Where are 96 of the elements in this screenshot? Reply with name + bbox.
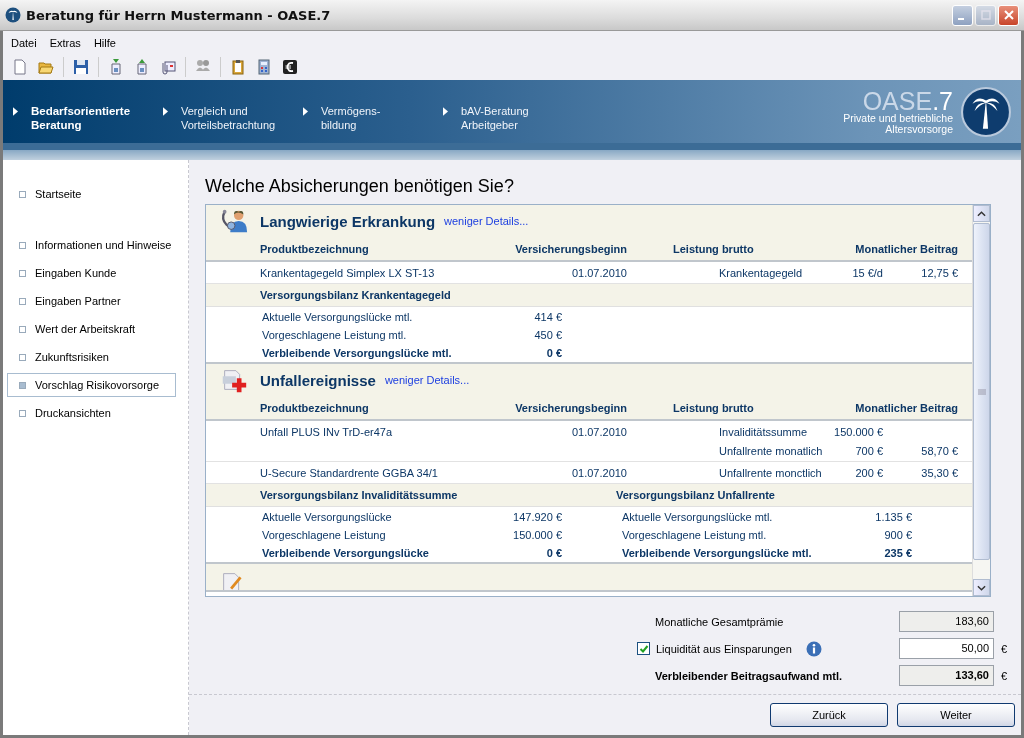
sidebar-item[interactable]: Zukunftsrisiken: [7, 345, 176, 369]
total-label: Monatliche Gesamtprämie: [655, 615, 784, 628]
balance-value: 1.135 €: [875, 511, 912, 523]
nav-button[interactable]: Weiter: [897, 703, 1015, 727]
benefit-label: Unfallrente monatlich: [719, 445, 824, 457]
product-name: U-Secure Standardrente GGBA 34/1: [260, 467, 439, 479]
column-header: Monatlicher Beitrag: [854, 401, 959, 414]
benefit-label: Invaliditätssumme: [719, 426, 809, 438]
sidebar-item[interactable]: Eingaben Partner: [7, 289, 176, 313]
balance-label: Aktuelle Versorgungslücke mtl.: [622, 511, 773, 523]
benefit-value: 15 €/d: [851, 267, 883, 279]
nav-button[interactable]: Zurück: [770, 703, 888, 727]
balance-label: Verbleibende Versorgungslücke mtl.: [622, 547, 812, 559]
balance-label: Vorgeschlagene Leistung: [262, 529, 386, 541]
balance-value: 235 €: [884, 547, 912, 559]
monthly-premium: 58,70 €: [921, 445, 958, 457]
column-header: Versicherungsbeginn: [514, 401, 627, 414]
menu-item[interactable]: Datei: [11, 36, 37, 49]
menu-item[interactable]: Hilfe: [93, 36, 116, 49]
total-label: Liquidität aus Einsparungen: [656, 642, 792, 655]
balance-value: 0 €: [546, 347, 562, 359]
sidebar-item[interactable]: Informationen und Hinweise: [7, 233, 176, 257]
minimize-button[interactable]: [952, 4, 973, 26]
sidebar-item[interactable]: Druckansichten: [7, 401, 176, 425]
close-icon: [1003, 10, 1014, 20]
scroll-down-icon[interactable]: [977, 584, 986, 591]
triangle-icon: [163, 107, 168, 116]
column-header: Leistung brutto: [673, 242, 755, 255]
page-heading: Welche Absicherungen benötigen Sie?: [205, 176, 515, 197]
minimize-icon: [957, 18, 964, 20]
triangle-icon: [443, 107, 448, 116]
palm-tree-icon: [961, 86, 1011, 137]
grip-icon: [977, 388, 986, 395]
balance-title: Versorgungsbilanz Unfallrente: [616, 489, 775, 501]
total-field: 133,60: [899, 665, 994, 686]
start-date: 01.07.2010: [570, 467, 627, 479]
start-date: 01.07.2010: [570, 267, 627, 279]
benefit-label: Krankentagegeld: [719, 267, 804, 279]
maximize-icon: [980, 10, 991, 20]
step-tab[interactable]: Bedarfsorientierte Beratung: [3, 104, 153, 132]
balance-label: Aktuelle Versorgungslücke mtl.: [262, 311, 413, 323]
menu-item[interactable]: Extras: [49, 36, 81, 49]
step-tab[interactable]: bAV-Beratung Arbeitgeber: [433, 104, 573, 132]
benefit-label: Unfallrente monctlich: [719, 467, 823, 479]
column-header: Produktbezeichnung: [260, 242, 370, 255]
window-title: Beratung für Herrn Mustermann - OASE.7: [26, 7, 332, 23]
triangle-icon: [13, 107, 18, 116]
section-title: Langwierige Erkrankung: [260, 212, 436, 230]
step-tab[interactable]: Vergleich und Vorteilsbetrachtung: [153, 104, 293, 132]
benefit-value: 200 €: [854, 467, 883, 479]
start-date: 01.07.2010: [570, 426, 627, 438]
balance-value: 0 €: [546, 547, 562, 559]
monthly-premium: 12,75 €: [921, 267, 958, 279]
benefit-value: 700 €: [854, 445, 883, 457]
logo-tagline: Altersvorsorge: [884, 123, 953, 135]
logo-tagline: Private und betriebliche: [843, 112, 953, 124]
balance-value: 414 €: [534, 311, 562, 323]
less-details-link[interactable]: weniger Details...: [384, 374, 470, 386]
product-name: Unfall PLUS INv TrD-er47a: [260, 426, 394, 438]
balance-value: 900 €: [884, 529, 912, 541]
currency-label: €: [1001, 669, 1008, 682]
amount-input-field[interactable]: 50,00: [899, 638, 994, 659]
benefit-value: 150.000 €: [833, 426, 883, 438]
column-header: Versicherungsbeginn: [514, 242, 627, 255]
section-title: Unfallereignisse: [260, 371, 376, 389]
balance-value: 150.000 €: [513, 529, 562, 541]
balance-label: Aktuelle Versorgungslücke: [262, 511, 392, 523]
currency-label: €: [1001, 642, 1008, 655]
close-button[interactable]: [998, 4, 1019, 26]
total-field: 183,60: [899, 611, 994, 632]
triangle-icon: [303, 107, 308, 116]
column-header: Produktbezeichnung: [260, 401, 370, 414]
sidebar-item[interactable]: Startseite: [7, 182, 176, 206]
sidebar-item[interactable]: Vorschlag Risikovorsorge: [7, 373, 176, 397]
product-name: Krankentagegeld Simplex LX ST-13: [260, 267, 436, 279]
balance-label: Vorgeschlagene Leistung mtl.: [262, 329, 407, 341]
balance-title: Versorgungsbilanz Invaliditätssumme: [260, 489, 458, 501]
balance-label: Verbleibende Versorgungslücke: [262, 547, 429, 559]
sidebar-item[interactable]: Wert der Arbeitskraft: [7, 317, 176, 341]
total-label: Verbleibender Beitragsaufwand mtl.: [655, 669, 843, 682]
less-details-link[interactable]: weniger Details...: [444, 215, 529, 227]
monthly-premium: 35,30 €: [921, 467, 958, 479]
checkbox[interactable]: [637, 642, 650, 655]
step-tab[interactable]: Vermögens-bildung: [293, 104, 433, 132]
balance-title: Versorgungsbilanz Krankentagegeld: [260, 289, 451, 301]
balance-value: 450 €: [534, 329, 562, 341]
column-header: Leistung brutto: [673, 401, 755, 414]
scroll-up-icon[interactable]: [977, 210, 986, 217]
info-icon[interactable]: [805, 640, 822, 657]
balance-label: Verbleibende Versorgungslücke mtl.: [262, 347, 452, 359]
balance-label: Vorgeschlagene Leistung mtl.: [622, 529, 767, 541]
product-logo: OASE.7: [862, 88, 953, 113]
sidebar-item[interactable]: Eingaben Kunde: [7, 261, 176, 285]
balance-value: 147.920 €: [513, 511, 562, 523]
scrollbar[interactable]: [972, 205, 990, 596]
column-header: Monatlicher Beitrag: [854, 242, 959, 255]
